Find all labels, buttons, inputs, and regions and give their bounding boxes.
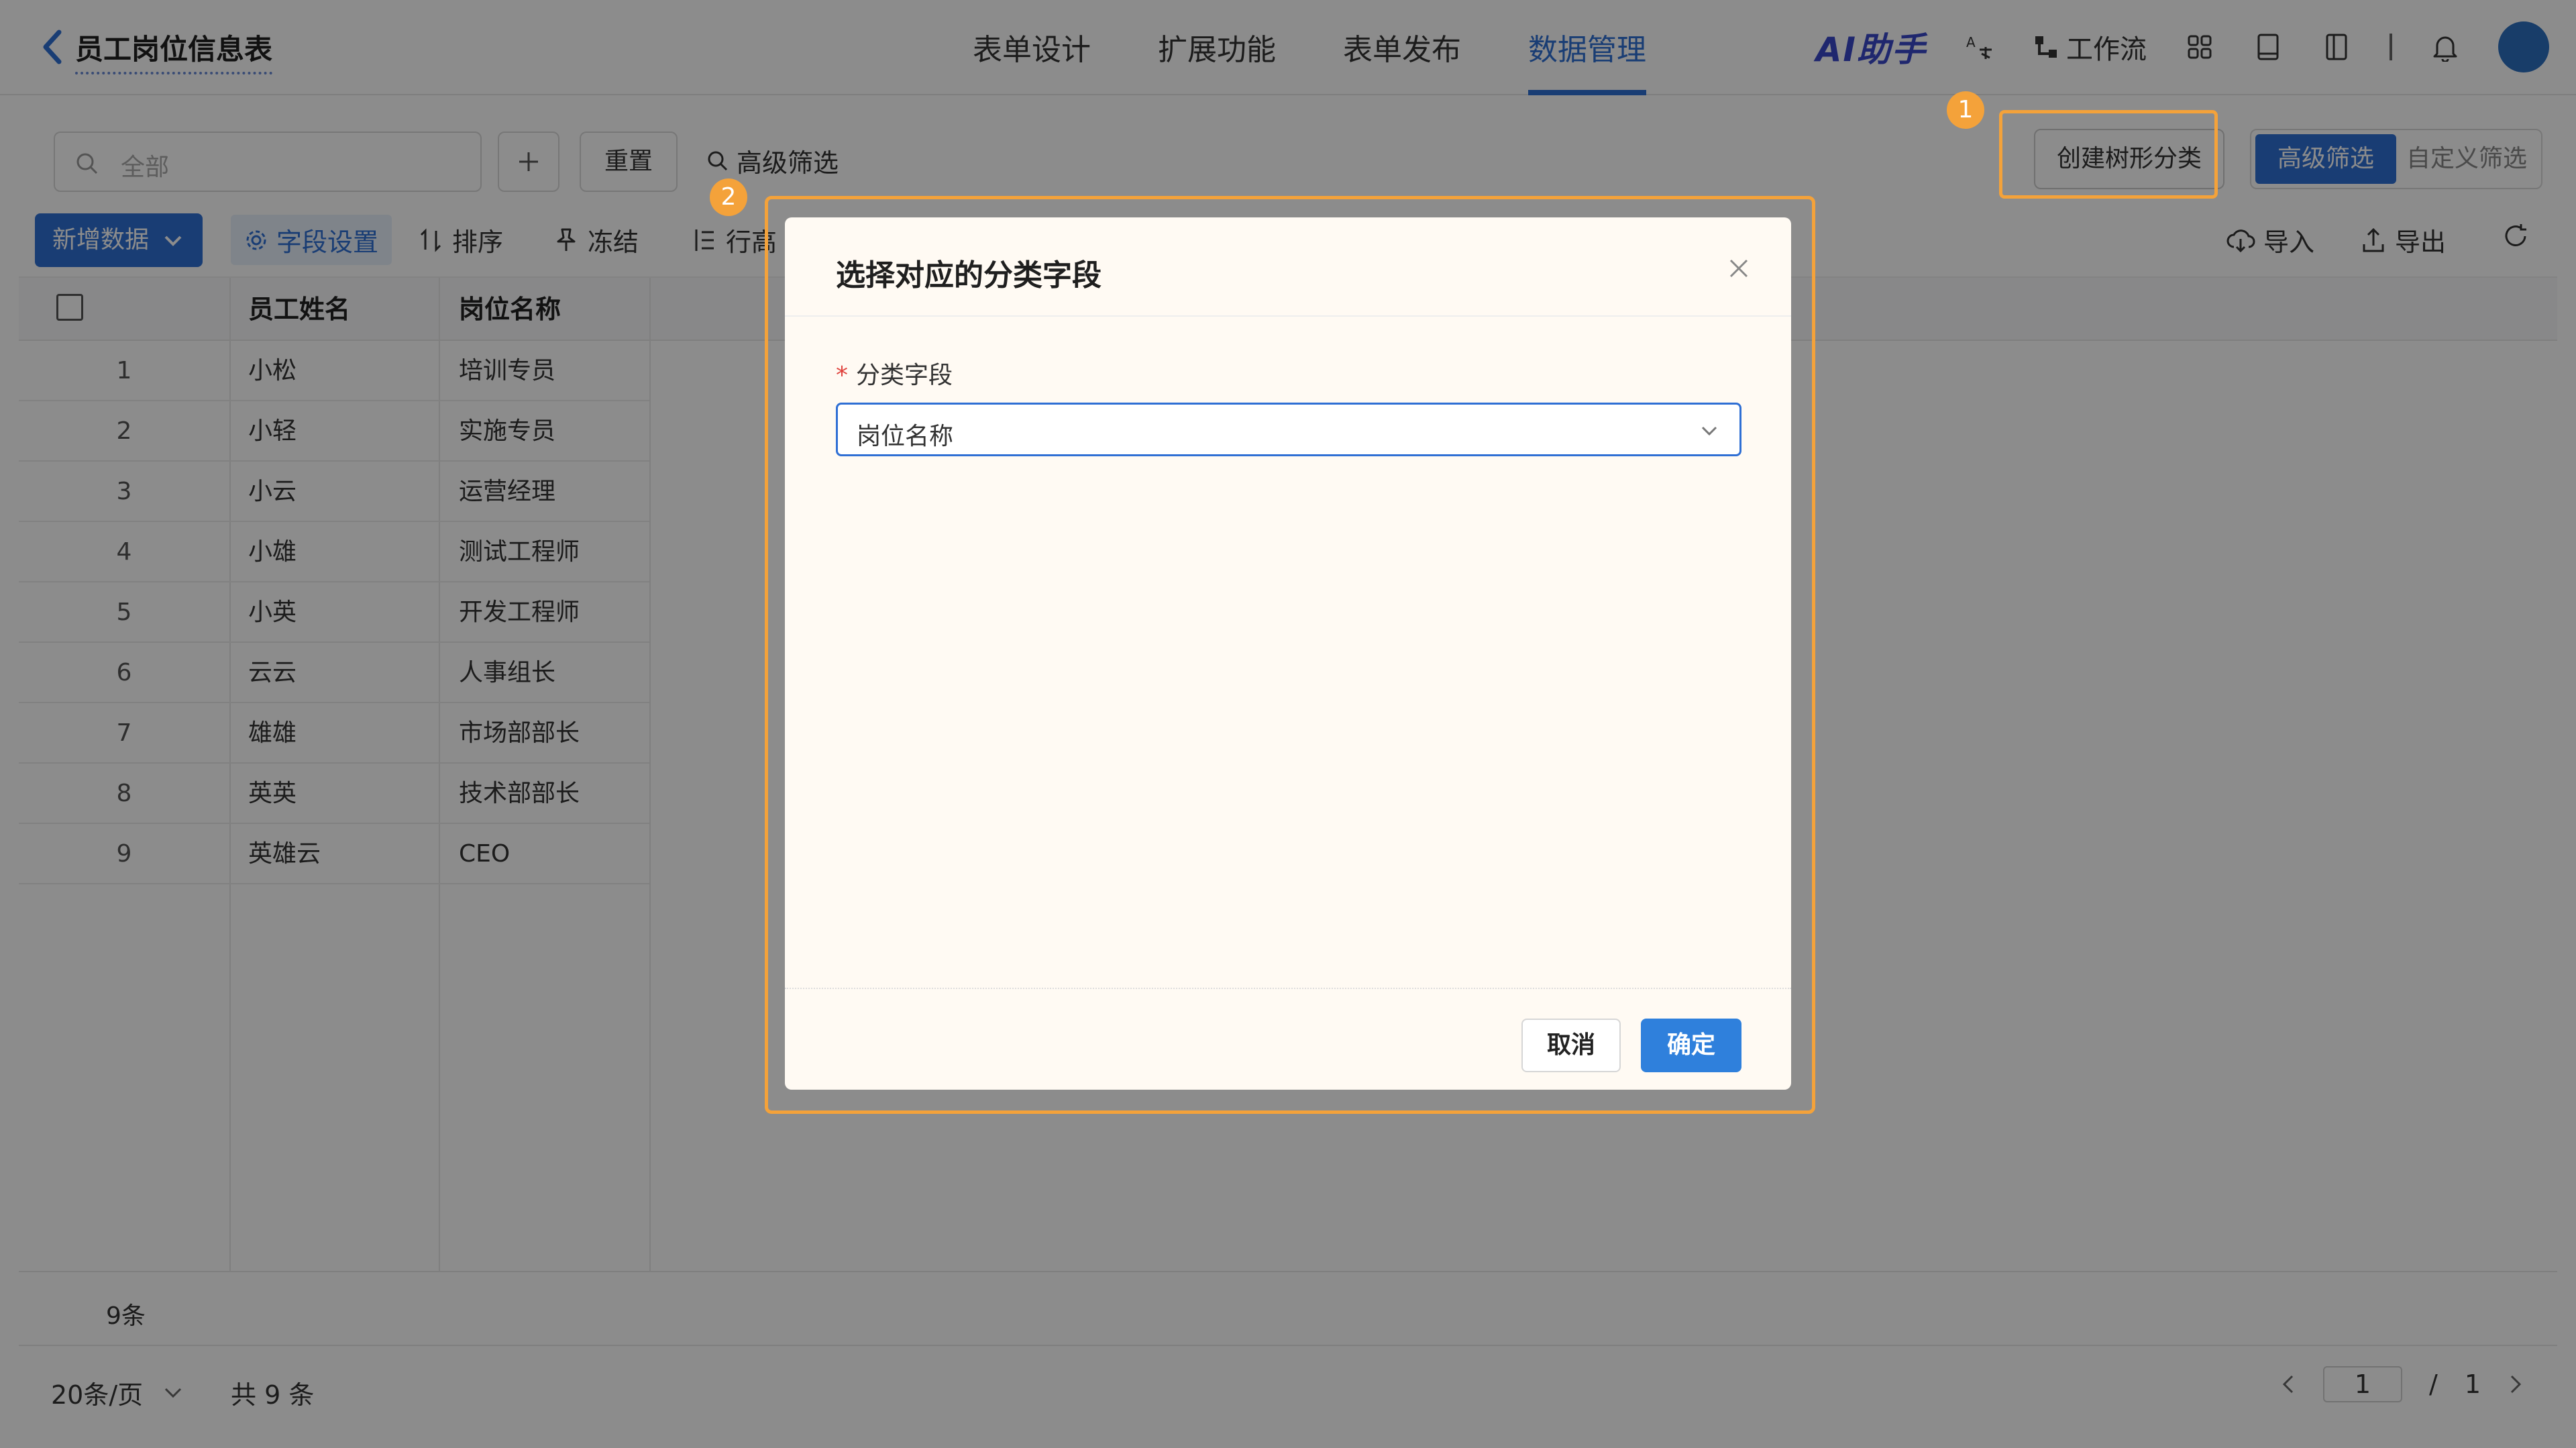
confirm-button[interactable]: 确定 xyxy=(1641,1019,1741,1072)
close-icon[interactable] xyxy=(1727,256,1751,280)
required-mark: * xyxy=(836,362,848,389)
step-badge-2: 2 xyxy=(710,178,747,216)
dialog-title: 选择对应的分类字段 xyxy=(836,258,1102,293)
app-root: 员工岗位信息表 表单设计 扩展功能 表单发布 数据管理 AI助手 A 工作流 全… xyxy=(0,0,2576,1448)
chevron-down-icon xyxy=(1701,426,1717,436)
step-badge-1: 1 xyxy=(1947,91,1984,129)
category-field-dialog: 选择对应的分类字段 * 分类字段 岗位名称 取消 确定 xyxy=(785,217,1791,1090)
field-label-text: 分类字段 xyxy=(856,362,953,389)
category-field-label: * 分类字段 xyxy=(836,356,953,391)
selected-value: 岗位名称 xyxy=(857,423,954,450)
category-field-select[interactable]: 岗位名称 xyxy=(836,403,1741,456)
dialog-footer: 取消 确定 xyxy=(785,988,1791,1090)
highlight-create-tree xyxy=(1999,110,2218,199)
dialog-header: 选择对应的分类字段 xyxy=(785,217,1791,317)
cancel-button[interactable]: 取消 xyxy=(1521,1019,1621,1072)
